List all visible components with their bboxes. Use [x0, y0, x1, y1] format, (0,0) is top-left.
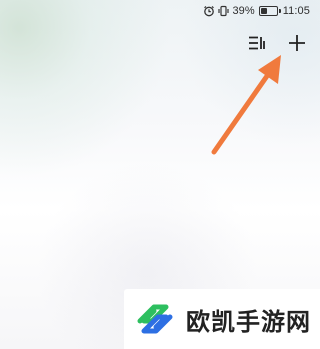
logo-icon [134, 299, 176, 339]
watermark-text: 欧凯手游网 [186, 307, 311, 336]
watermark: 欧凯手游网 [124, 289, 320, 349]
vibrate-icon [218, 5, 230, 17]
alarm-icon [203, 5, 215, 17]
clock-time: 11:05 [282, 5, 310, 17]
list-view-button[interactable] [246, 34, 268, 56]
add-icon [288, 34, 306, 56]
add-button[interactable] [286, 34, 308, 56]
top-toolbar [246, 34, 308, 56]
battery-percent: 39% [232, 5, 255, 17]
status-bar: 39% 11:05 [203, 0, 320, 22]
list-view-icon [248, 35, 266, 55]
battery-icon [258, 6, 281, 16]
